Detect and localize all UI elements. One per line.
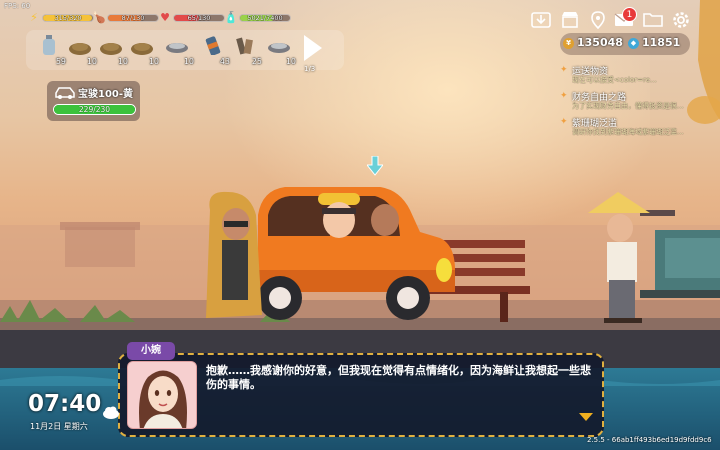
scrap-bundle-icon [236,37,253,55]
inventory-count: 10 [285,57,296,66]
can-icon [205,36,221,55]
inventory-slot[interactable]: 10 [94,32,128,66]
dialog-text: 抱歉……我感谢你的好意，但我现在觉得有点情绪化，因为海鲜让我想起一些悲伤的事情。 [206,364,591,391]
stat-thirst-value: 5021/7400 [247,14,283,22]
stat-energy: ⚡ 315/320 [27,11,94,25]
inventory-page-indicator: 1/3 [304,65,316,73]
hunger-icon: 🍗 [92,11,106,24]
gear-icon[interactable] [670,10,692,32]
quest-desc: 调研你找到紫珊瑚海域紫珊瑚泛滥... [572,128,684,136]
stat-thirst: 🧴 5021/7400 [224,11,291,25]
quest-desc: 现在可以接受<color=re... [572,76,657,84]
download-icon[interactable] [530,10,552,32]
continue-arrow-icon[interactable] [579,413,593,421]
notification-badge: 1 [622,7,637,22]
quest-marker-icon: ✦ [560,91,568,101]
gem-amount: 11851 [642,36,681,49]
fish-tray-icon [268,43,290,53]
stat-hunger: 🍗 87/130 [92,11,159,25]
speaker-name: 小婉 [127,342,175,360]
game-date: 11月2日 星期六 [30,422,88,431]
quest-marker-icon: ✦ [560,117,568,127]
stat-health-value: 65/130 [187,14,211,22]
inventory-slot[interactable]: 59 [32,32,66,66]
gold-coin-icon: ¥ [563,38,574,49]
car-icon [55,87,75,99]
inventory-slot[interactable]: 10 [160,32,194,66]
game-clock: 07:40 [28,391,102,417]
quest-desc: 为了实现财务自由，懂得投资是很... [572,102,684,110]
inventory-slot[interactable]: 10 [262,32,296,66]
stat-hunger-value: 87/130 [121,14,145,22]
speaker-portrait [127,361,197,429]
inventory-count: 10 [148,57,159,66]
energy-icon: ⚡ [30,11,38,24]
inventory-slot[interactable]: 10 [125,32,159,66]
interaction-arrow-icon[interactable] [367,156,383,176]
fish-tray-icon [166,43,188,53]
stat-energy-value: 315/320 [54,14,82,22]
inventory-slot[interactable]: 10 [63,32,97,66]
inventory-count: 25 [251,57,262,66]
inventory-slot[interactable]: 25 [228,32,262,66]
next-page-arrow[interactable] [304,35,322,61]
stat-health: ♥ 65/130 [158,11,225,25]
map-pin-icon[interactable] [587,10,609,32]
version-label: 2.5.5 - 66ab1ff493b6ed19d9fdd9c6 [587,436,712,444]
thirst-icon: 🧴 [224,11,238,24]
gold-amount: 135048 [577,36,623,49]
weather-cloud-icon [103,406,119,419]
sand-pile-icon [131,43,153,55]
folder-icon[interactable] [642,10,664,32]
game-scene: FPS: 60 ⚡ 315/320 🍗 87/130 ♥ 65/130 🧴 50… [0,0,720,450]
bottle-icon [43,35,55,55]
inventory-count: 10 [183,57,194,66]
sand-pile-icon [69,43,91,55]
vehicle-durability-value: 229/230 [78,105,111,114]
inventory-slot[interactable]: 43 [196,32,230,66]
vehicle-name: 宝骏100-黄 [78,89,134,100]
gem-icon: ◆ [628,38,639,49]
sand-pile-icon [100,43,122,55]
health-icon: ♥ [160,11,170,24]
vehicle-durability-bar: 229/230 [53,104,136,115]
fps-counter: FPS: 60 [4,2,31,10]
quest-marker-icon: ✦ [560,65,568,75]
shop-icon[interactable] [559,10,581,32]
